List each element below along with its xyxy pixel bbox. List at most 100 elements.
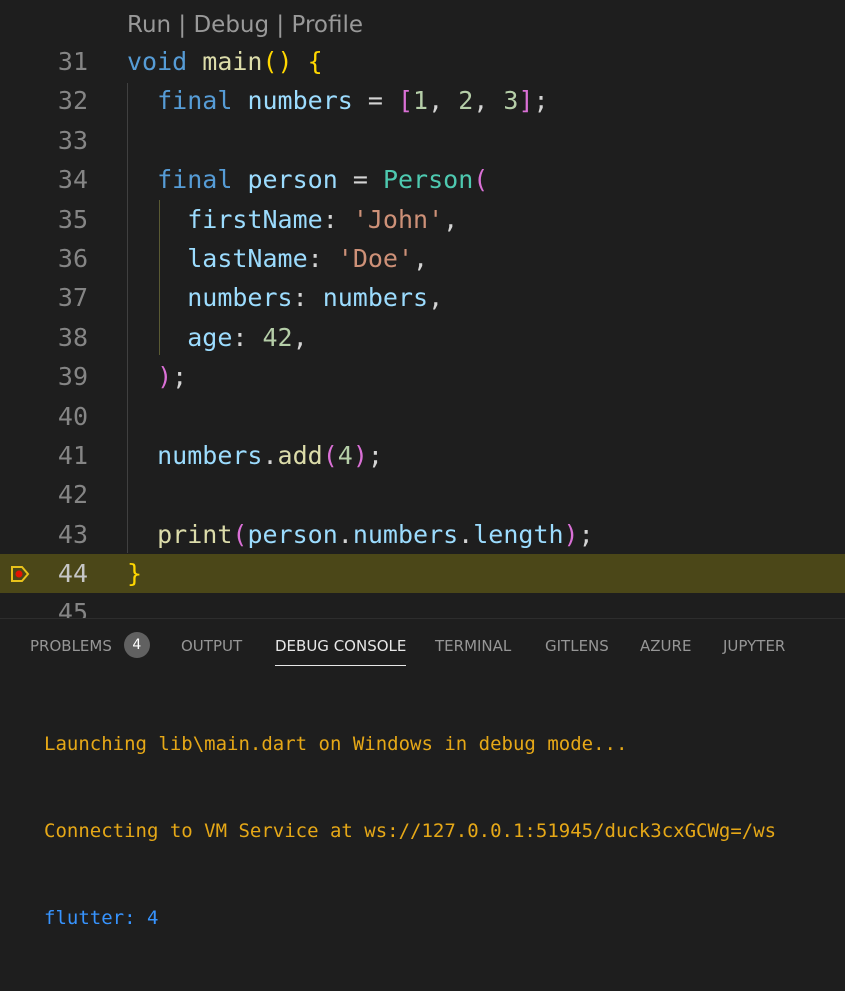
token: : (307, 243, 323, 273)
tab-label: OUTPUT (181, 637, 243, 655)
token: . (458, 519, 474, 549)
token: length (473, 519, 564, 549)
token: , (443, 204, 459, 234)
token: () (262, 47, 293, 76)
code-line-32[interactable]: 32 final numbers = [1, 2, 3]; (0, 81, 845, 120)
token: , (413, 243, 429, 273)
token: print (157, 519, 233, 549)
line-number: 44 (57, 559, 88, 589)
panel-tabs: PROBLEMS 4 OUTPUT DEBUG CONSOLE TERMINAL … (0, 619, 845, 669)
line-number: 40 (57, 401, 88, 431)
line-number: 42 (57, 480, 88, 510)
tab-gitlens[interactable]: GITLENS (545, 619, 609, 665)
code-line-35[interactable]: 35 firstName: 'John', (0, 200, 845, 239)
code-line-40[interactable]: 40 (0, 397, 845, 436)
line-number: 38 (57, 322, 88, 352)
code-editor[interactable]: Run | Debug | Profile 31 void main() { 3… (0, 0, 845, 618)
token: add (277, 440, 323, 470)
code-line-38[interactable]: 38 age: 42, (0, 318, 845, 357)
token: 1 (413, 86, 429, 116)
code-line-45[interactable]: 45 (0, 593, 845, 618)
code-line-43[interactable]: 43 print(person.numbers.length); (0, 515, 845, 554)
token: . (337, 519, 353, 549)
line-number: 31 (57, 47, 88, 76)
code-line-36[interactable]: 36 lastName: 'Doe', (0, 239, 845, 278)
token: void (127, 47, 188, 76)
token: numbers (352, 519, 459, 549)
token: 2 (458, 86, 474, 116)
line-number: 39 (57, 362, 88, 392)
token: final (157, 165, 233, 195)
token: : (322, 204, 338, 234)
code-line-31[interactable]: 31 void main() { (0, 42, 845, 81)
codelens-run-debug-profile[interactable]: Run | Debug | Profile (127, 9, 363, 41)
line-number: 43 (57, 519, 88, 549)
debug-console-output[interactable]: Launching lib\main.dart on Windows in de… (44, 672, 776, 991)
line-number: 33 (57, 125, 88, 155)
tab-label: PROBLEMS (30, 637, 112, 655)
tab-label: JUPYTER (723, 637, 786, 655)
token: final (157, 86, 233, 116)
token: numbers (247, 86, 353, 116)
token: : (292, 283, 308, 313)
token: numbers (157, 440, 263, 470)
tab-label: GITLENS (545, 637, 609, 655)
token: ; (367, 440, 383, 470)
token: ; (172, 362, 188, 392)
token: { (307, 47, 323, 76)
line-number: 37 (57, 283, 88, 313)
token: ; (578, 519, 594, 549)
line-number: 41 (57, 440, 88, 470)
token: person (247, 519, 338, 549)
token: numbers (322, 283, 429, 313)
token: ) (352, 440, 368, 470)
token: : (232, 322, 248, 352)
tab-output[interactable]: OUTPUT (181, 619, 242, 665)
line-number: 45 (57, 598, 88, 618)
token: ; (533, 86, 549, 116)
problems-count-badge: 4 (123, 631, 150, 658)
tab-problems[interactable]: PROBLEMS 4 (30, 619, 150, 665)
token: = (352, 165, 368, 195)
line-number: 34 (57, 165, 88, 195)
token: person (247, 165, 338, 195)
console-line: flutter: 4 (44, 907, 159, 929)
tab-azure[interactable]: AZURE (640, 619, 691, 665)
token: } (127, 559, 143, 589)
code-line-37[interactable]: 37 numbers: numbers, (0, 278, 845, 317)
console-line: Launching lib\main.dart on Windows in de… (44, 733, 628, 755)
token: 4 (337, 440, 353, 470)
code-line-44-current[interactable]: 44 } (0, 554, 845, 594)
token: ( (473, 165, 489, 195)
token: 3 (503, 86, 519, 116)
token: main (202, 47, 263, 76)
token: ( (322, 440, 338, 470)
token: numbers (187, 283, 293, 313)
token: . (262, 440, 278, 470)
token: 'Doe' (337, 243, 414, 273)
code-line-34[interactable]: 34 final person = Person( (0, 160, 845, 199)
token: ( (232, 519, 248, 549)
token: , (292, 322, 308, 352)
token: = (367, 86, 383, 116)
tab-debug-console[interactable]: DEBUG CONSOLE (275, 619, 407, 666)
bottom-panel: PROBLEMS 4 OUTPUT DEBUG CONSOLE TERMINAL … (0, 618, 845, 929)
code-line-42[interactable]: 42 (0, 475, 845, 514)
token: firstName (187, 204, 323, 234)
code-line-33[interactable]: 33 (0, 121, 845, 160)
token: lastName (187, 243, 308, 273)
token: 'John' (352, 204, 444, 234)
token: 42 (262, 322, 293, 352)
token: [ (397, 86, 414, 116)
tab-terminal[interactable]: TERMINAL (435, 619, 511, 665)
code-line-39[interactable]: 39 ); (0, 357, 845, 396)
tab-jupyter[interactable]: JUPYTER (723, 619, 785, 665)
token: ) (157, 362, 173, 392)
tab-label: TERMINAL (435, 637, 512, 655)
token: , (428, 283, 444, 313)
token: ] (518, 86, 534, 116)
line-number: 36 (57, 243, 88, 273)
token: age (187, 322, 233, 352)
line-number: 35 (57, 204, 88, 234)
code-line-41[interactable]: 41 numbers.add(4); (0, 436, 845, 475)
